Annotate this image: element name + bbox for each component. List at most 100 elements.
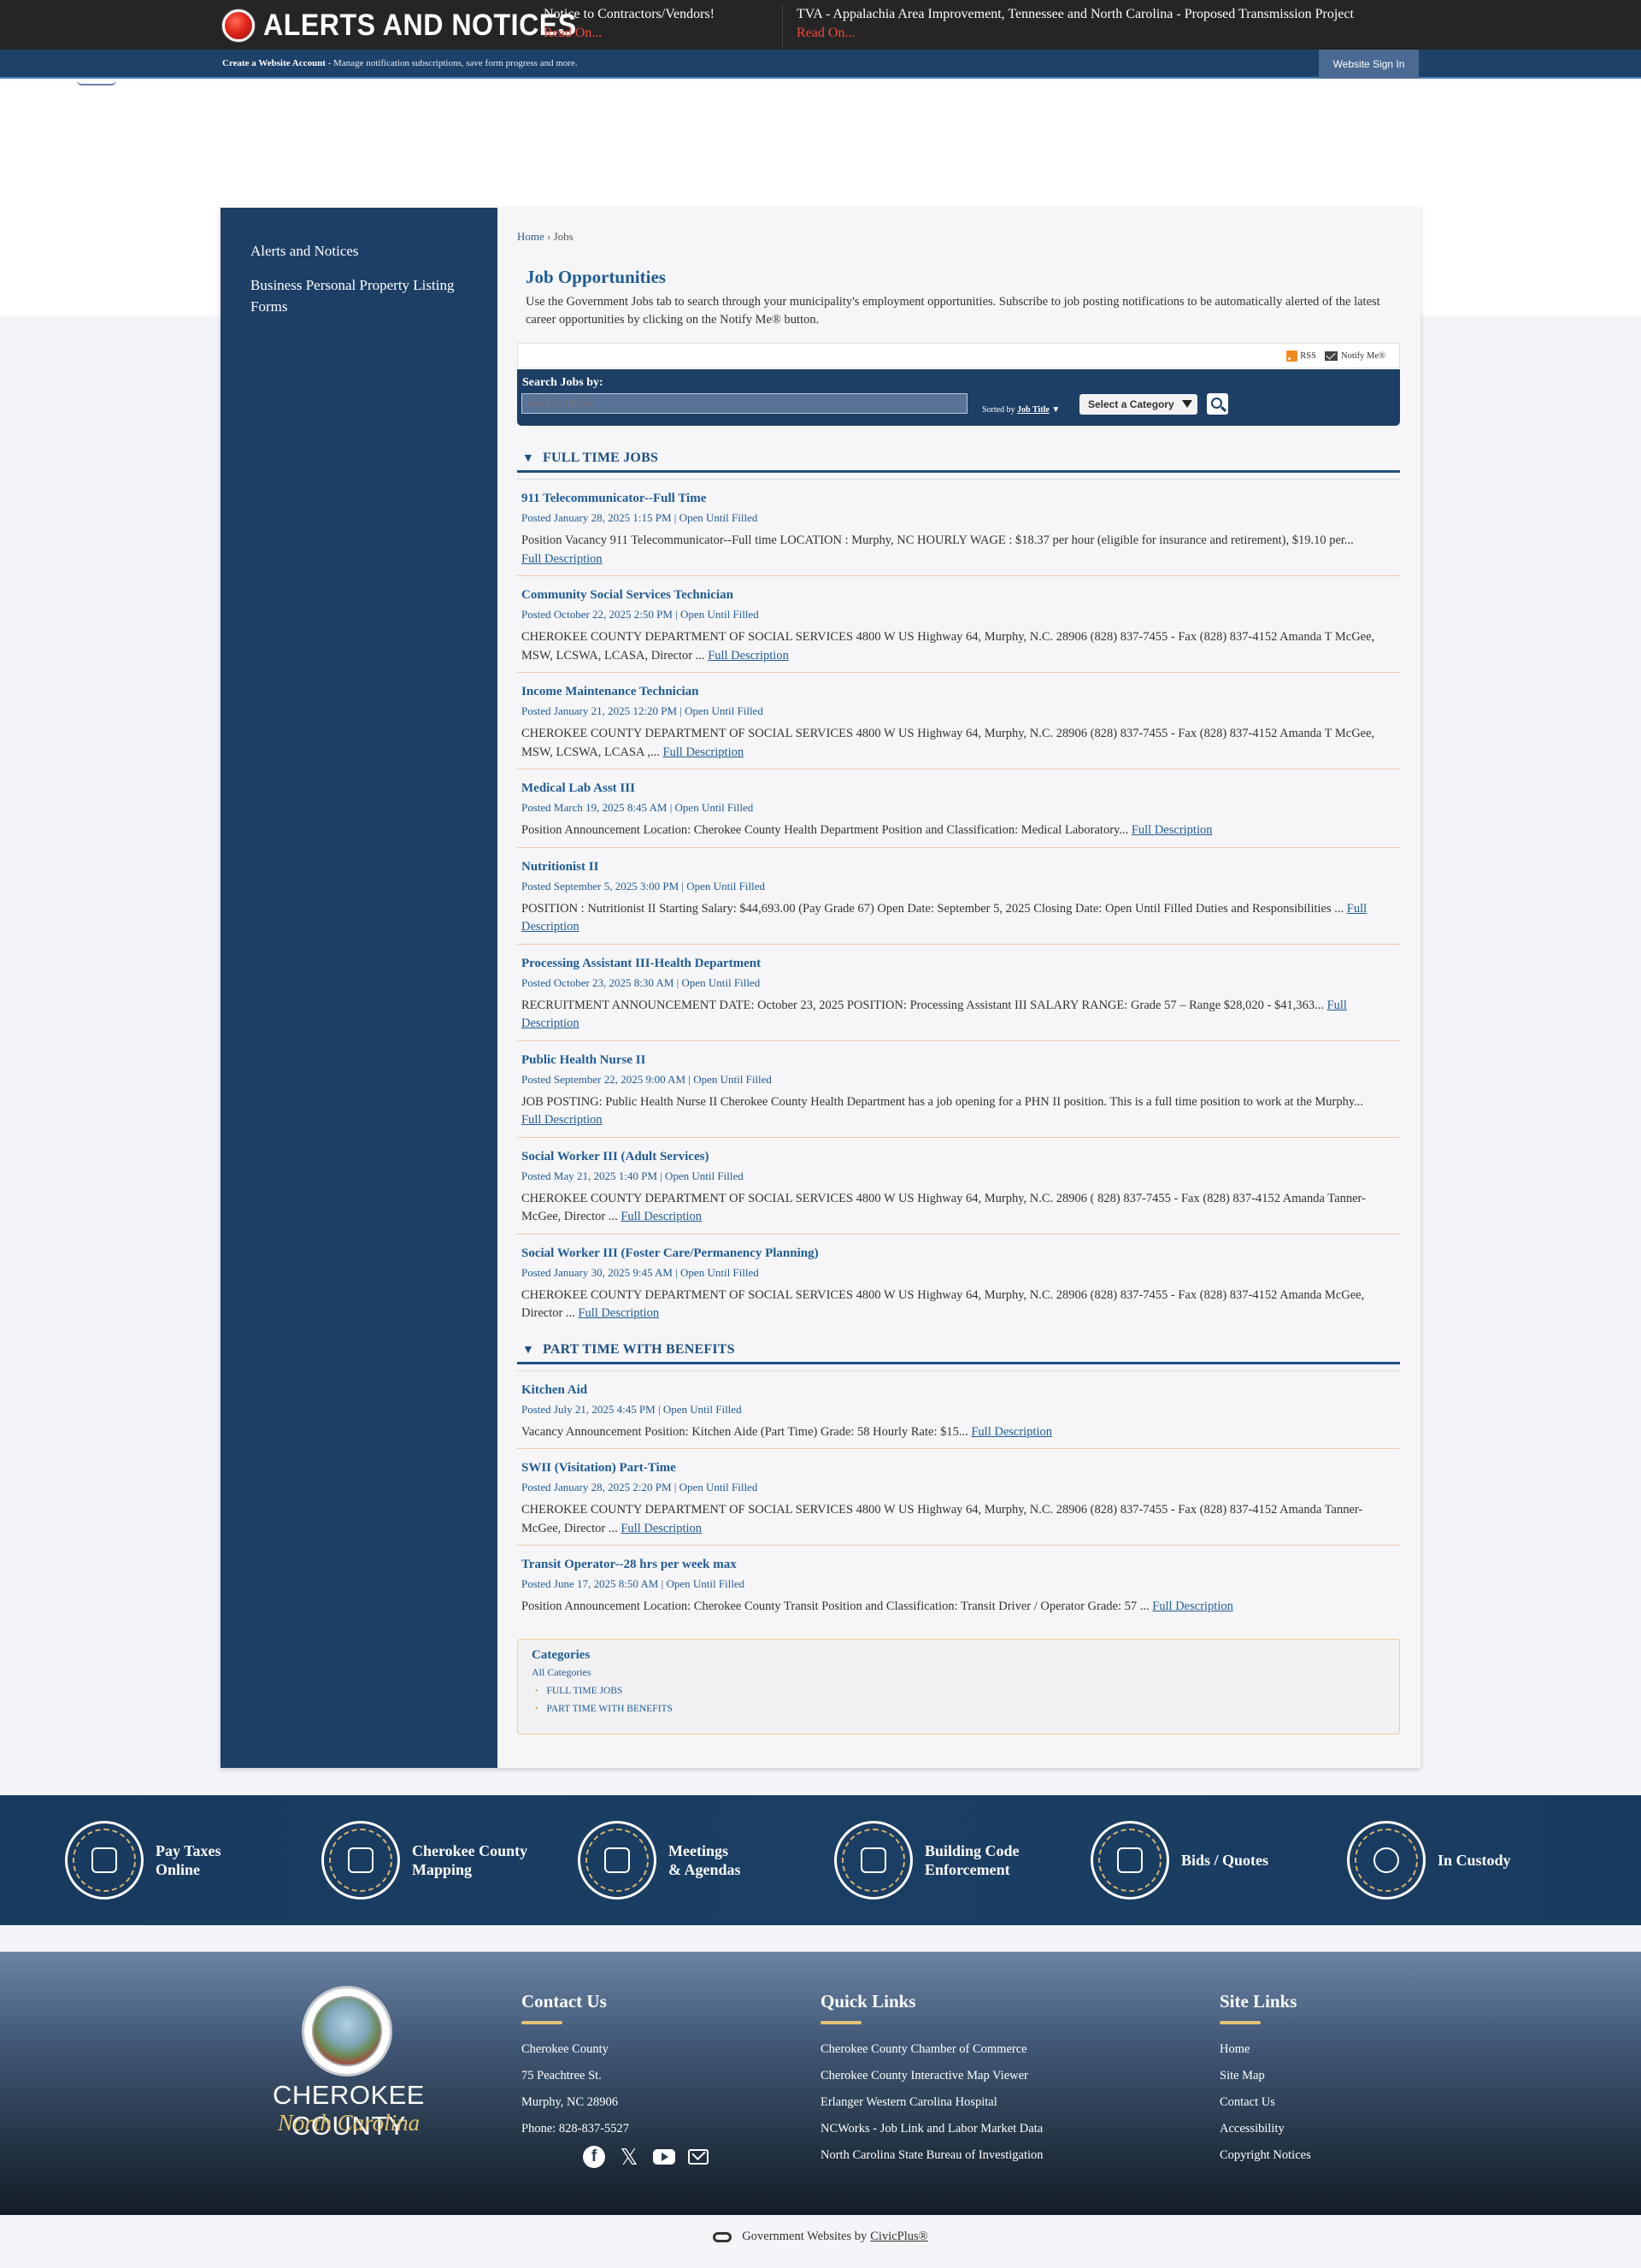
job-posted-date: Posted September 22, 2025 9:00 AM | Open… bbox=[521, 1072, 772, 1086]
alert-icon bbox=[222, 9, 255, 42]
all-categories-link[interactable]: All Categories bbox=[532, 1666, 1385, 1679]
job-title-link[interactable]: Income Maintenance Technician bbox=[521, 683, 1396, 700]
quicklink-pay-taxes[interactable]: Pay Taxes Online bbox=[65, 1821, 309, 1900]
full-description-link[interactable]: Full Description bbox=[521, 552, 603, 566]
full-description-link[interactable]: Full Description bbox=[708, 649, 789, 663]
sort-field[interactable]: Job Title bbox=[1017, 405, 1050, 415]
search-label: Search Jobs by: bbox=[522, 376, 603, 389]
full-description-link[interactable]: Full Description bbox=[578, 1306, 659, 1320]
contact-phone[interactable]: Phone: 828-837-5527 bbox=[521, 2116, 629, 2142]
job-item: Social Worker III (Foster Care/Permanenc… bbox=[517, 1234, 1400, 1330]
category-header-part-time[interactable]: ▼ PART TIME WITH BENEFITS bbox=[517, 1342, 1400, 1364]
job-description-text: RECRUITMENT ANNOUNCEMENT DATE: October 2… bbox=[521, 998, 1327, 1012]
job-title-link[interactable]: Nutritionist II bbox=[521, 858, 1396, 875]
alert-read-on-link[interactable]: Read On... bbox=[797, 24, 1397, 43]
facebook-icon[interactable]: f bbox=[583, 2146, 605, 2168]
sidebar-item-alerts[interactable]: Alerts and Notices bbox=[221, 240, 497, 262]
full-description-link[interactable]: Full Description bbox=[971, 1425, 1052, 1439]
seal-image bbox=[312, 1996, 382, 2066]
job-posted-date: Posted January 30, 2025 9:45 AM | Open U… bbox=[521, 1265, 759, 1279]
footer-accent-bar bbox=[820, 2021, 862, 2024]
notify-me-link[interactable]: Notify Me® bbox=[1324, 351, 1385, 361]
contact-line: Murphy, NC 28906 bbox=[521, 2095, 619, 2109]
sidebar-item-business-property-forms[interactable]: Business Personal Property Listing Forms bbox=[221, 274, 497, 317]
alert-read-on-link[interactable]: Read On... bbox=[544, 24, 782, 43]
alert-item-1[interactable]: Notice to Contractors/Vendors! Read On..… bbox=[530, 5, 782, 48]
job-description: RECRUITMENT ANNOUNCEMENT DATE: October 2… bbox=[521, 997, 1376, 1040]
job-title-link[interactable]: Transit Operator--28 hrs per week max bbox=[521, 1556, 1396, 1573]
create-account-text: Create a Website Account - Manage notifi… bbox=[222, 58, 578, 68]
job-description-text: Position Vacancy 911 Telecommunicator--F… bbox=[521, 533, 1354, 547]
footer-site-link[interactable]: Accessibility bbox=[1220, 2116, 1311, 2142]
footer-site-link[interactable]: Contact Us bbox=[1220, 2089, 1311, 2116]
job-title-link[interactable]: Public Health Nurse II bbox=[521, 1052, 1396, 1069]
county-seal-logo[interactable] bbox=[302, 1986, 392, 2077]
alert-item-title: TVA - Appalachia Area Improvement, Tenne… bbox=[797, 7, 1354, 21]
search-input[interactable] bbox=[521, 393, 968, 414]
collapse-arrow-icon: ▼ bbox=[522, 1343, 535, 1357]
page-intro: Use the Government Jobs tab to search th… bbox=[526, 295, 1380, 327]
quicklink-circle bbox=[834, 1821, 913, 1900]
youtube-icon[interactable] bbox=[653, 2149, 675, 2165]
footer-quick-links: Quick Links Cherokee County Chamber of C… bbox=[820, 1991, 1044, 2169]
quicklink-meetings[interactable]: Meetings & Agendas bbox=[578, 1821, 822, 1900]
x-icon[interactable]: 𝕏 bbox=[618, 2144, 640, 2170]
job-title-link[interactable]: Social Worker III (Adult Services) bbox=[521, 1148, 1396, 1165]
category-link-full-time[interactable]: FULL TIME JOBS bbox=[535, 1682, 1385, 1700]
custody-icon bbox=[1373, 1847, 1399, 1873]
job-title-link[interactable]: Community Social Services Technician bbox=[521, 586, 1396, 604]
job-title-link[interactable]: Medical Lab Asst III bbox=[521, 780, 1396, 797]
create-account-link[interactable]: Create a Website Account bbox=[222, 58, 326, 68]
breadcrumb-home-link[interactable]: Home bbox=[517, 230, 544, 243]
category-select-label: Select a Category bbox=[1088, 398, 1174, 410]
category-link-part-time[interactable]: PART TIME WITH BENEFITS bbox=[535, 1700, 1385, 1718]
footer-quick-link[interactable]: Erlanger Western Carolina Hospital bbox=[820, 2089, 1044, 2116]
header-logo-edge[interactable] bbox=[77, 80, 116, 85]
footer-quick-link[interactable]: NCWorks - Job Link and Labor Market Data bbox=[820, 2116, 1044, 2142]
search-button[interactable] bbox=[1207, 393, 1228, 415]
quicklink-mapping[interactable]: Cherokee County Mapping bbox=[321, 1821, 566, 1900]
full-description-link[interactable]: Full Description bbox=[621, 1522, 702, 1535]
job-description-text: JOB POSTING: Public Health Nurse II Cher… bbox=[521, 1094, 1364, 1109]
full-description-link[interactable]: Full Description bbox=[1132, 823, 1213, 837]
category-select[interactable]: Select a Category bbox=[1079, 394, 1197, 415]
full-description-link[interactable]: Full Description bbox=[662, 745, 744, 759]
footer-quick-link[interactable]: Cherokee County Interactive Map Viewer bbox=[820, 2063, 1044, 2089]
quicklink-bids[interactable]: Bids / Quotes bbox=[1091, 1821, 1335, 1900]
footer-quick-link[interactable]: North Carolina State Bureau of Investiga… bbox=[820, 2142, 1044, 2169]
job-description: CHEROKEE COUNTY DEPARTMENT OF SOCIAL SER… bbox=[521, 725, 1376, 769]
job-title-link[interactable]: Social Worker III (Foster Care/Permanenc… bbox=[521, 1245, 1396, 1262]
job-title-link[interactable]: SWII (Visitation) Part-Time bbox=[521, 1459, 1396, 1476]
job-posted-date: Posted July 21, 2025 4:45 PM | Open Unti… bbox=[521, 1402, 742, 1416]
job-description-text: CHEROKEE COUNTY DEPARTMENT OF SOCIAL SER… bbox=[521, 630, 1375, 663]
website-sign-in-button[interactable]: Website Sign In bbox=[1319, 50, 1419, 79]
full-description-link[interactable]: Full Description bbox=[1152, 1599, 1233, 1613]
job-title-link[interactable]: 911 Telecommunicator--Full Time bbox=[521, 490, 1396, 507]
job-posted-date: Posted January 28, 2025 1:15 PM | Open U… bbox=[521, 511, 758, 524]
full-description-link[interactable]: Full Description bbox=[521, 1113, 603, 1127]
job-title-link[interactable]: Kitchen Aid bbox=[521, 1381, 1396, 1399]
footer-site-links: Site Links Home Site Map Contact Us Acce… bbox=[1220, 1991, 1311, 2169]
quicklink-ring bbox=[1098, 1829, 1162, 1892]
sort-control[interactable]: Sorted by Job Title ▼ bbox=[982, 405, 1060, 415]
breadcrumb: Home › Jobs bbox=[517, 230, 1400, 244]
email-icon[interactable] bbox=[688, 2149, 709, 2165]
footer-quick-link[interactable]: Cherokee County Chamber of Commerce bbox=[820, 2036, 1044, 2063]
social-links: f 𝕏 bbox=[583, 2144, 721, 2170]
footer-site-link[interactable]: Copyright Notices bbox=[1220, 2142, 1311, 2169]
job-description: POSITION : Nutritionist II Starting Sala… bbox=[521, 900, 1376, 944]
quicklink-label: Building Code Enforcement bbox=[925, 1841, 1079, 1879]
footer-site-link[interactable]: Site Map bbox=[1220, 2063, 1311, 2089]
alert-item-2[interactable]: TVA - Appalachia Area Improvement, Tenne… bbox=[782, 5, 1397, 48]
job-description-text: Position Announcement Location: Cherokee… bbox=[521, 1599, 1153, 1613]
account-bar: Create a Website Account - Manage notifi… bbox=[0, 50, 1641, 79]
rss-link[interactable]: RSS bbox=[1286, 350, 1316, 362]
quicklink-building-code[interactable]: Building Code Enforcement bbox=[834, 1821, 1079, 1900]
full-description-link[interactable]: Full Description bbox=[621, 1210, 702, 1223]
category-header-full-time[interactable]: ▼ FULL TIME JOBS bbox=[517, 451, 1400, 473]
quicklink-label: Pay Taxes Online bbox=[156, 1841, 309, 1879]
civicplus-link[interactable]: CivicPlus® bbox=[870, 2230, 927, 2244]
job-title-link[interactable]: Processing Assistant III-Health Departme… bbox=[521, 955, 1396, 972]
footer-site-link[interactable]: Home bbox=[1220, 2036, 1311, 2063]
quicklink-in-custody[interactable]: In Custody bbox=[1347, 1821, 1591, 1900]
